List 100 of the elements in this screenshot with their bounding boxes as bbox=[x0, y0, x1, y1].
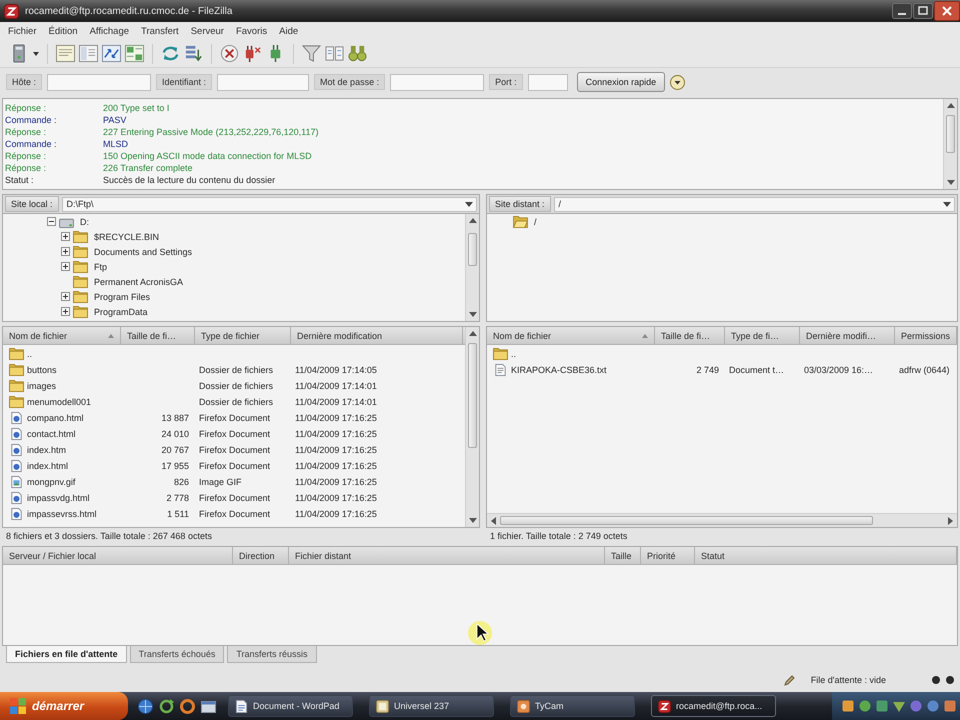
tree-item[interactable]: Documents and Settings bbox=[94, 246, 192, 256]
disconnect-icon[interactable] bbox=[243, 44, 262, 63]
path-combobox[interactable]: D:\Ftp\ bbox=[62, 196, 477, 212]
plus-box-icon[interactable] bbox=[61, 307, 70, 316]
ring-icon[interactable] bbox=[180, 698, 195, 714]
tree-item[interactable]: Program Files bbox=[94, 292, 150, 302]
file-name[interactable]: index.html bbox=[27, 461, 68, 471]
menu-item[interactable]: Transfert bbox=[135, 22, 185, 40]
tray-icon[interactable] bbox=[893, 700, 905, 712]
tree-item[interactable]: ProgramData bbox=[94, 306, 148, 316]
minus-box-icon[interactable] bbox=[47, 217, 56, 226]
tray-icon[interactable] bbox=[944, 700, 956, 712]
tree-item[interactable]: D: bbox=[80, 216, 89, 226]
column-header[interactable]: Type de fichier bbox=[195, 327, 291, 345]
column-header[interactable]: Taille de fi… bbox=[121, 327, 195, 345]
menu-item[interactable]: Affichage bbox=[84, 22, 136, 40]
tab[interactable]: Fichiers en file d'attente bbox=[6, 646, 127, 663]
column-header[interactable]: Dernière modification bbox=[291, 327, 463, 345]
taskbar-button[interactable]: TyCam bbox=[510, 695, 635, 717]
quick-connect-button[interactable]: Connexion rapide bbox=[576, 72, 666, 92]
column-header[interactable]: Dernière modifi… bbox=[800, 327, 895, 345]
path-combobox[interactable]: / bbox=[554, 196, 955, 212]
scroll-right-icon[interactable] bbox=[948, 516, 953, 524]
file-name[interactable]: impassvdg.html bbox=[27, 493, 90, 503]
log-window-icon[interactable] bbox=[56, 44, 75, 63]
column-header[interactable]: Type de fi… bbox=[725, 327, 800, 345]
vertical-scrollbar[interactable] bbox=[465, 214, 479, 321]
tray-icon[interactable] bbox=[859, 700, 871, 712]
scroll-up-icon[interactable] bbox=[468, 331, 476, 336]
column-header[interactable]: Serveur / Fichier local bbox=[3, 547, 233, 565]
menu-item[interactable]: Fichier bbox=[2, 22, 43, 40]
tray-icon[interactable] bbox=[910, 700, 922, 712]
maximize-icon[interactable] bbox=[913, 3, 933, 19]
input-field[interactable] bbox=[528, 74, 568, 90]
split-window-icon[interactable] bbox=[125, 44, 144, 63]
scrollbar-thumb[interactable] bbox=[468, 343, 477, 448]
plus-box-icon[interactable] bbox=[61, 262, 70, 271]
arrows-window-icon[interactable] bbox=[102, 44, 121, 63]
input-field[interactable] bbox=[390, 74, 484, 90]
vertical-scrollbar[interactable] bbox=[465, 327, 479, 527]
file-name[interactable]: index.htm bbox=[27, 445, 66, 455]
column-header[interactable]: Taille bbox=[605, 547, 641, 565]
file-name[interactable]: buttons bbox=[27, 365, 57, 375]
tray-icon[interactable] bbox=[927, 700, 939, 712]
scroll-down-icon[interactable] bbox=[946, 180, 954, 185]
file-name[interactable]: impassevrss.html bbox=[27, 509, 97, 519]
file-name[interactable]: mongpnv.gif bbox=[27, 477, 76, 487]
scroll-up-icon[interactable] bbox=[946, 103, 954, 108]
caret-icon[interactable] bbox=[33, 52, 39, 56]
column-header[interactable]: Nom de fichier bbox=[3, 327, 121, 345]
taskbar-button[interactable]: Document - WordPad bbox=[228, 695, 353, 717]
file-name[interactable]: .. bbox=[511, 349, 516, 359]
vertical-scrollbar[interactable] bbox=[943, 99, 957, 189]
file-name[interactable]: menumodell001 bbox=[27, 397, 92, 407]
file-name[interactable]: .. bbox=[27, 349, 32, 359]
tray-icon[interactable] bbox=[876, 700, 888, 712]
scrollbar-thumb[interactable] bbox=[946, 114, 955, 153]
file-name[interactable]: images bbox=[27, 381, 56, 391]
column-header[interactable]: Fichier distant bbox=[289, 547, 605, 565]
start-button[interactable]: démarrer bbox=[0, 692, 128, 720]
scrollbar-thumb[interactable] bbox=[500, 516, 873, 525]
file-name[interactable]: contact.html bbox=[27, 429, 76, 439]
taskbar-button[interactable]: rocamedit@ftp.roca... bbox=[651, 695, 776, 717]
menu-item[interactable]: Édition bbox=[42, 22, 84, 40]
column-header[interactable]: Taille de fi… bbox=[655, 327, 725, 345]
cancel-icon[interactable] bbox=[220, 44, 239, 63]
file-name[interactable]: compano.html bbox=[27, 413, 84, 423]
column-header[interactable]: Permissions bbox=[895, 327, 957, 345]
tab[interactable]: Transferts échoués bbox=[130, 646, 224, 663]
refresh-icon[interactable] bbox=[161, 44, 180, 63]
input-field[interactable] bbox=[217, 74, 310, 90]
funnel-icon[interactable] bbox=[302, 44, 321, 63]
column-header[interactable]: Nom de fichier bbox=[487, 327, 655, 345]
plus-box-icon[interactable] bbox=[61, 247, 70, 256]
minimize-icon[interactable] bbox=[892, 3, 912, 19]
scroll-up-icon[interactable] bbox=[468, 218, 476, 223]
plus-box-icon[interactable] bbox=[61, 292, 70, 301]
close-icon[interactable] bbox=[934, 1, 960, 21]
plus-box-icon[interactable] bbox=[61, 232, 70, 241]
window-icon[interactable] bbox=[201, 698, 216, 714]
column-header[interactable]: Statut bbox=[695, 547, 957, 565]
dropdown-arrow-icon[interactable] bbox=[943, 202, 951, 206]
queue-icon[interactable] bbox=[184, 44, 203, 63]
input-field[interactable] bbox=[47, 74, 152, 90]
tree-item[interactable]: $RECYCLE.BIN bbox=[94, 232, 160, 242]
horizontal-scrollbar[interactable] bbox=[487, 513, 957, 527]
tab[interactable]: Transferts réussis bbox=[227, 646, 317, 663]
tree-item[interactable]: / bbox=[534, 216, 537, 226]
menu-item[interactable]: Serveur bbox=[184, 22, 230, 40]
compare-icon[interactable] bbox=[325, 44, 344, 63]
tree-item[interactable]: Permanent AcronisGA bbox=[94, 276, 184, 286]
file-name[interactable]: KIRAPOKA-CSBE36.txt bbox=[511, 365, 607, 375]
scroll-down-icon[interactable] bbox=[468, 518, 476, 523]
menu-item[interactable]: Aide bbox=[273, 22, 304, 40]
column-header[interactable]: Direction bbox=[233, 547, 289, 565]
globe-icon[interactable] bbox=[138, 698, 153, 714]
tree-item[interactable]: Ftp bbox=[94, 262, 108, 272]
scroll-down-icon[interactable] bbox=[468, 312, 476, 317]
taskbar-button[interactable]: Universel 237 bbox=[369, 695, 494, 717]
scrollbar-thumb[interactable] bbox=[468, 233, 477, 266]
